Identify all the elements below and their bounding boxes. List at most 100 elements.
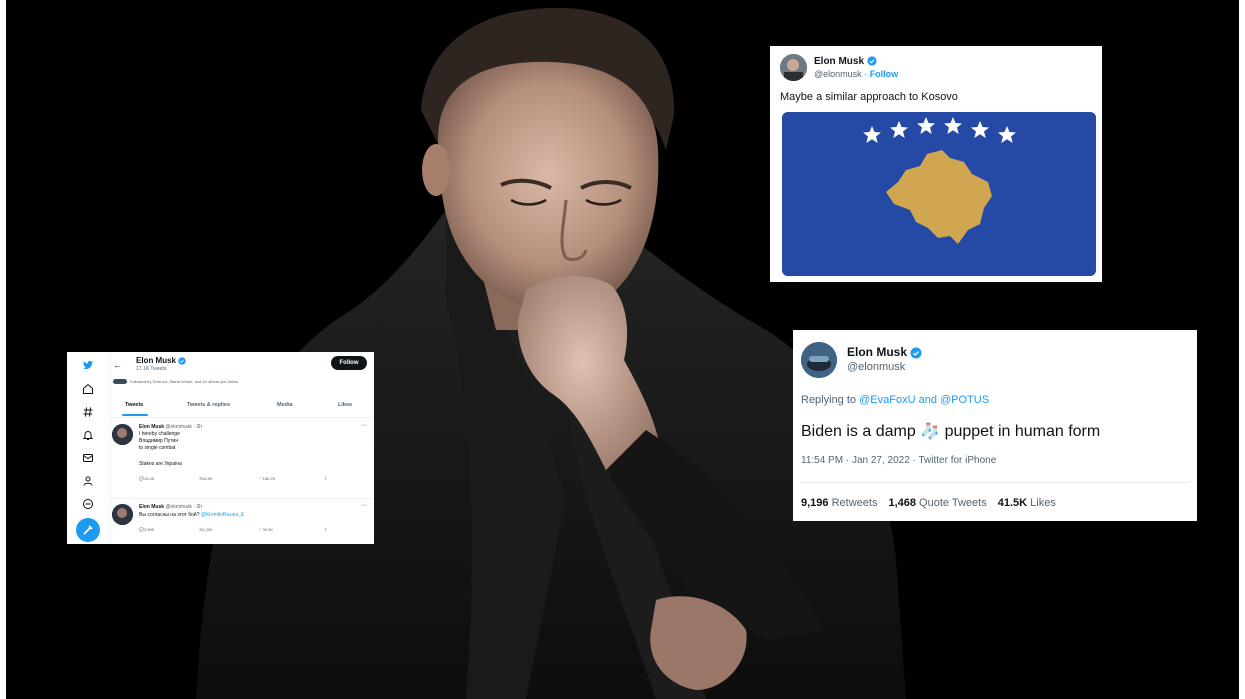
reply-count: 15.4K — [143, 476, 155, 481]
tweet-line: Stakes are Україна — [139, 461, 182, 467]
avatar[interactable] — [780, 54, 807, 81]
author-name[interactable]: Elon Musk — [814, 56, 877, 67]
more-circle-icon[interactable] — [82, 498, 94, 510]
stat-count: 1,468 — [888, 497, 916, 509]
likes-stat[interactable]: 41.5K Likes — [998, 497, 1056, 509]
quote-tweets-stat[interactable]: 1,468 Quote Tweets — [888, 497, 986, 509]
home-icon[interactable] — [82, 383, 94, 395]
tweet-header: Elon Musk @elonmusk · 2h — [139, 424, 202, 430]
back-arrow-icon[interactable]: ← — [113, 360, 122, 370]
stat-count: 41.5K — [997, 497, 1028, 509]
avatar[interactable] — [112, 424, 133, 445]
like-action[interactable]: ♡ 180.2K — [259, 476, 275, 481]
tab-media[interactable]: Media — [277, 402, 293, 408]
tweet-text-part: puppet in human form — [944, 423, 1101, 440]
reply-action[interactable]: 💬 15.4K — [139, 476, 154, 481]
tweet-text: Biden is a damp 🧦 puppet in human form — [801, 421, 1100, 441]
tweet-line: Владимир Путин — [139, 438, 179, 444]
mention-conjunction: and — [918, 394, 937, 406]
author-name-text: Elon Musk — [814, 56, 865, 67]
followed-by-row[interactable]: Followed by Term.ink, Marta Windo, and 4… — [113, 379, 238, 384]
author-handle[interactable]: @elonmusk · 2h — [165, 424, 201, 430]
tweet-text: Maybe a similar approach to Kosovo — [780, 91, 958, 103]
verified-badge-icon — [910, 347, 922, 359]
avatar-photo-icon — [780, 54, 807, 81]
profile-name-text: Elon Musk — [136, 356, 177, 365]
explore-hashtag-icon[interactable] — [82, 406, 94, 418]
profile-person-icon[interactable] — [82, 475, 94, 487]
tweet-line: Вы согласны на этот бой? @KremlinRussia_… — [139, 512, 244, 518]
verified-badge-icon — [178, 357, 186, 365]
author-handle[interactable]: @elonmusk — [814, 69, 862, 79]
tweet-header: Elon Musk @elonmusk · 2h — [139, 504, 202, 510]
stat-label: Retweets — [831, 497, 878, 509]
image-frame: Elon Musk @elonmusk · Follow Maybe a sim… — [0, 0, 1245, 699]
twitter-bird-icon[interactable] — [82, 359, 94, 371]
replying-to-line: Replying to @EvaFoxU and @POTUS — [801, 394, 989, 406]
like-action[interactable]: ♡ 39.3K — [259, 527, 273, 532]
retweet-action[interactable]: ⟲ 40.9K — [199, 476, 213, 481]
notifications-bell-icon[interactable] — [82, 429, 94, 441]
profile-tabs: Tweets Tweets & replies Media Likes — [111, 400, 374, 418]
tweet-text: Вы согласны на этот бой? — [139, 512, 200, 518]
tab-tweets[interactable]: Tweets — [125, 402, 143, 408]
compose-tweet-button[interactable] — [76, 518, 100, 542]
author-name[interactable]: Elon Musk — [847, 345, 922, 359]
tweet-timestamp[interactable]: 11:54 PM · Jan 27, 2022 · Twitter for iP… — [801, 455, 996, 466]
retweets-stat[interactable]: 9,196 Retweets — [801, 497, 877, 509]
share-icon[interactable]: ⇪ — [324, 476, 327, 481]
more-options-icon[interactable]: ··· — [361, 502, 368, 509]
separator-dot: · — [864, 69, 868, 79]
tweet-text-part: Biden is a damp — [801, 423, 916, 440]
followed-by-text: Followed by Term.ink, Marta Windo, and 4… — [130, 379, 238, 384]
mention-link[interactable]: @EvaFoxU — [859, 394, 915, 406]
follow-button[interactable]: Follow — [331, 356, 367, 370]
author-name-text: Elon Musk — [847, 345, 908, 359]
mention-link[interactable]: @KremlinRussia_E — [201, 512, 244, 518]
follow-link[interactable]: Follow — [870, 69, 899, 79]
sidebar-nav — [67, 352, 111, 544]
tweet-stats: 9,196 Retweets 1,468 Quote Tweets 41.5K … — [801, 497, 1056, 509]
share-icon[interactable]: ⇪ — [324, 527, 327, 532]
avatar-photo-icon — [112, 504, 133, 525]
avatar[interactable] — [112, 504, 133, 525]
retweet-action[interactable]: ⟲ 4,200 — [199, 527, 212, 532]
verified-badge-icon — [867, 56, 877, 66]
author-handle[interactable]: @elonmusk · 2h — [165, 504, 201, 510]
divider — [801, 482, 1189, 483]
more-options-icon[interactable]: ··· — [361, 422, 368, 429]
messages-envelope-icon[interactable] — [82, 452, 94, 464]
divider — [111, 498, 374, 499]
kosovo-flag-graphic — [782, 112, 1096, 276]
avatar-photo-icon — [112, 424, 133, 445]
socks-emoji-icon: 🧦 — [920, 423, 941, 440]
mention-link[interactable]: @POTUS — [940, 394, 989, 406]
active-tab-indicator — [122, 414, 148, 416]
tweet-count: 17.1K Tweets — [136, 366, 167, 372]
kosovo-flag-image[interactable] — [782, 112, 1096, 276]
reply-action[interactable]: 💬 2,895 — [139, 527, 154, 532]
stat-label: Quote Tweets — [919, 497, 987, 509]
avatar[interactable] — [801, 342, 837, 378]
author-handle[interactable]: @elonmusk — [847, 361, 905, 373]
kosovo-tweet-card: Elon Musk @elonmusk · Follow Maybe a sim… — [770, 46, 1102, 282]
avatar-photo-icon — [801, 342, 837, 378]
profile-name: Elon Musk — [136, 356, 186, 365]
tab-tweets-replies[interactable]: Tweets & replies — [187, 402, 230, 408]
stat-count: 9,196 — [801, 497, 829, 509]
tweet-line: to single combat — [139, 445, 176, 451]
author-handle-row: @elonmusk · Follow — [814, 69, 898, 79]
tab-likes[interactable]: Likes — [338, 402, 352, 408]
author-name[interactable]: Elon Musk — [139, 504, 164, 510]
retweet-count: 4,200 — [202, 527, 213, 532]
author-name[interactable]: Elon Musk — [139, 424, 164, 430]
tweet-line: I hereby challenge — [139, 431, 180, 437]
replying-to-label: Replying to — [801, 394, 857, 406]
stat-label: Likes — [1030, 497, 1056, 509]
follower-avatars — [113, 379, 127, 384]
retweet-count: 40.9K — [202, 476, 213, 481]
reply-count: 2,895 — [143, 527, 154, 532]
biden-tweet-card: Elon Musk @elonmusk Replying to @EvaFoxU… — [793, 330, 1197, 521]
like-count: 180.2K — [262, 476, 276, 481]
profile-screenshot-card: ← Elon Musk 17.1K Tweets Followed by Ter… — [67, 352, 374, 544]
